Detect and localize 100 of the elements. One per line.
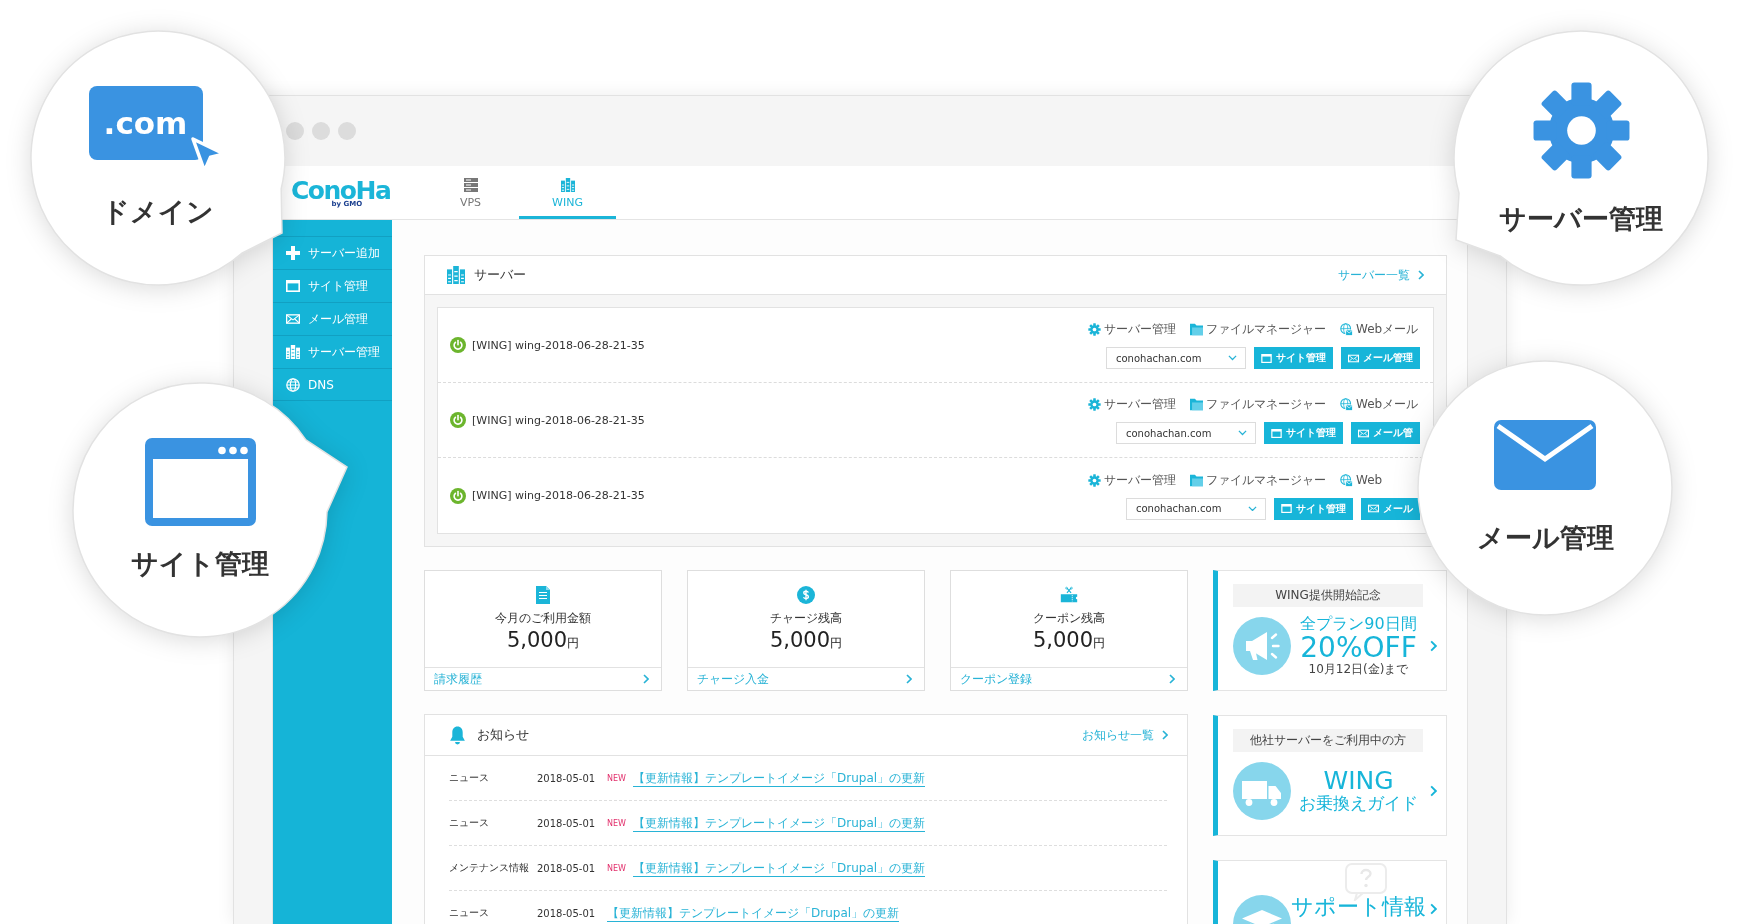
bell-icon [449, 725, 466, 745]
document-icon [534, 586, 552, 604]
callout-label: サイト管理 [131, 547, 269, 581]
mail-manage-button[interactable]: メール管理 [1341, 347, 1420, 369]
server-settings-link[interactable]: サーバー管理 [1088, 321, 1176, 338]
news-category: ニュース [449, 771, 490, 785]
currency-unit: 円 [1093, 635, 1106, 652]
site-manage-button[interactable]: サイト管理 [1254, 347, 1333, 369]
webmail-link[interactable]: Web [1340, 471, 1383, 489]
envelope-icon [1494, 420, 1596, 490]
server-stack-icon [463, 177, 478, 192]
envelope-icon [1358, 428, 1369, 438]
promo-lead-text: 全プラン90日間 [1300, 614, 1417, 634]
promo-banner[interactable]: WING提供開始記念 全プラン90日間 20%OFF 10月12日(金)まで [1213, 570, 1447, 691]
footer-link[interactable]: チャージ入金 [688, 667, 924, 690]
new-label: NEW [607, 863, 627, 873]
folder-icon [1190, 473, 1203, 487]
webmail-link[interactable]: Webメール [1340, 396, 1419, 413]
ticket-scissors-icon [1060, 586, 1078, 604]
site-manage-button[interactable]: サイト管理 [1274, 497, 1353, 520]
server-settings-link[interactable]: サーバー管理 [1088, 396, 1176, 413]
news-date: 2018-05-01 [537, 817, 597, 829]
caret-icon [1228, 355, 1237, 361]
promo-headline: 20%OFF [1300, 633, 1417, 663]
server-name: [WING] wing-2018-06-28-21-35 [472, 413, 645, 427]
nav-tab[interactable]: VPS [422, 166, 519, 219]
amount-value: 5,000 [1032, 628, 1094, 652]
chevron-icon [1430, 785, 1437, 797]
chevron-icon [1430, 640, 1437, 652]
domain-select[interactable]: conohachan.com [1126, 497, 1266, 520]
globe-envelope-icon [1340, 398, 1353, 411]
browser-window-icon [1261, 353, 1272, 363]
news-link[interactable]: 【更新情報】テンプレートイメージ「Drupal」の更新 [633, 859, 926, 877]
callout-label: ドメイン [102, 195, 214, 229]
callout-label: メール管理 [1476, 521, 1614, 555]
currency-unit: 円 [830, 635, 843, 652]
summary-label: チャージ残高 [770, 610, 842, 627]
globe-icon [286, 377, 300, 392]
promo-heading: WING提供開始記念 [1233, 584, 1423, 607]
envelope-icon [286, 312, 300, 326]
news-category: メンテナンス情報 [449, 861, 530, 875]
chevron-icon [1418, 270, 1424, 280]
news-link[interactable]: 【更新情報】テンプレートイメージ「Drupal」の更新 [633, 814, 926, 832]
summary-label: 今月のご利用金額 [495, 610, 591, 627]
window-controls-icon [286, 122, 356, 140]
panel-title: サーバー [474, 266, 526, 284]
file-manager-link[interactable]: ファイルマネージャー [1190, 396, 1326, 413]
server-settings-link[interactable]: サーバー管理 [1088, 471, 1176, 489]
amount-value: 5,000 [506, 628, 568, 652]
server-icon [286, 345, 300, 359]
promo-banner[interactable]: サポート情報 [1213, 860, 1447, 924]
promo-lead-text: お乗換えガイド [1299, 794, 1418, 814]
chevron-icon [906, 674, 912, 684]
promo-note: 10月12日(金)まで [1308, 663, 1409, 678]
domain-select[interactable]: conohachan.com [1106, 347, 1246, 369]
server-name: [WING] wing-2018-06-28-21-35 [472, 489, 645, 502]
file-manager-link[interactable]: ファイルマネージャー [1190, 321, 1326, 338]
footer-link[interactable]: 請求履歴 [425, 667, 661, 690]
globe-envelope-icon [1340, 473, 1353, 487]
mail-manage-button[interactable]: メール管 [1351, 422, 1420, 444]
news-date: 2018-05-01 [537, 907, 597, 919]
promo-heading: 他社サーバーをご利用中の方 [1233, 729, 1423, 752]
browser-window-icon [144, 438, 256, 526]
webmail-link[interactable]: Webメール [1340, 321, 1419, 338]
domain-tile: .com [88, 86, 203, 160]
settings-icon [1088, 473, 1101, 487]
browser-window-icon [286, 279, 300, 293]
file-manager-link[interactable]: ファイルマネージャー [1190, 471, 1326, 489]
promo-headline: サポート情報 [1291, 895, 1426, 919]
new-label: NEW [607, 818, 627, 828]
news-list-link[interactable]: お知らせ一覧 [1082, 726, 1168, 744]
caret-icon [1238, 430, 1247, 436]
domain-select[interactable]: conohachan.com [1116, 422, 1256, 444]
news-category: ニュース [449, 816, 490, 830]
currency-unit: 円 [567, 635, 580, 652]
truck-icon [1233, 762, 1291, 820]
chevron-icon [1430, 903, 1437, 915]
promo-banner[interactable]: 他社サーバーをご利用中の方 WING お乗換えガイド [1213, 715, 1447, 836]
news-date: 2018-05-01 [537, 862, 597, 874]
summary-label: クーポン残高 [1033, 610, 1105, 627]
panel-title: お知らせ [477, 726, 529, 744]
browser-window-icon [1271, 428, 1282, 438]
site-manage-button[interactable]: サイト管理 [1264, 422, 1343, 444]
news-link[interactable]: 【更新情報】テンプレートイメージ「Drupal」の更新 [607, 904, 900, 922]
callout-label: サーバー管理 [1499, 201, 1663, 236]
footer-link[interactable]: クーポン登録 [951, 667, 1187, 690]
chevron-icon [643, 674, 649, 684]
chevron-icon [1169, 674, 1175, 684]
server-name: [WING] wing-2018-06-28-21-35 [472, 338, 645, 352]
new-label: NEW [607, 773, 627, 783]
caret-icon [1248, 505, 1257, 512]
envelope-icon [1368, 504, 1379, 513]
megaphone-icon [1233, 617, 1291, 675]
news-link[interactable]: 【更新情報】テンプレートイメージ「Drupal」の更新 [633, 769, 926, 787]
sidebar-item[interactable]: DNS [273, 368, 392, 401]
settings-icon [1088, 398, 1101, 411]
mail-manage-button[interactable]: メール [1361, 497, 1420, 520]
dollar-coin-icon [797, 586, 815, 604]
news-category: ニュース [449, 906, 490, 920]
server-list-link[interactable]: サーバー一覧 [1338, 266, 1424, 284]
